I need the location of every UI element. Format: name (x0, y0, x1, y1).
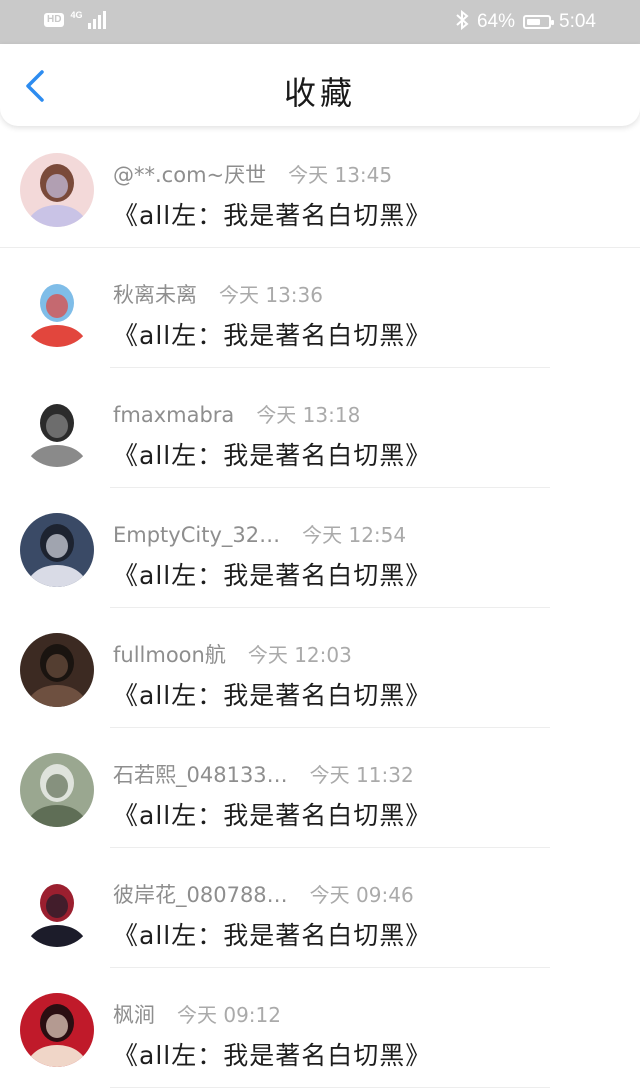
nav-bar: 收藏 (0, 44, 640, 126)
status-left: HD 4G (44, 10, 107, 29)
hd-badge: HD (44, 13, 65, 27)
avatar[interactable] (20, 633, 94, 707)
timestamp: 今天 11:32 (309, 763, 414, 787)
item-title[interactable]: 《all左：我是著名白切黑》 (113, 556, 431, 592)
status-right: 64% 5:04 (455, 9, 596, 34)
timestamp: 今天 12:03 (247, 643, 352, 667)
item-title[interactable]: 《all左：我是著名白切黑》 (113, 436, 431, 472)
list-item[interactable]: fmaxmabra 今天 13:18 《all左：我是著名白切黑》 (0, 368, 640, 488)
avatar[interactable] (20, 153, 94, 227)
item-title[interactable]: 《all左：我是著名白切黑》 (113, 1036, 431, 1072)
list-item[interactable]: 彼岸花_080788… 今天 09:46 《all左：我是著名白切黑》 (0, 848, 640, 968)
avatar[interactable] (20, 393, 94, 467)
battery-percent: 64% (476, 11, 516, 32)
timestamp: 今天 13:36 (219, 283, 323, 307)
item-meta: 枫涧 今天 09:12 (113, 999, 281, 1029)
item-title[interactable]: 《all左：我是著名白切黑》 (113, 316, 431, 352)
timestamp: 今天 09:46 (309, 883, 414, 907)
username[interactable]: 彼岸花_080788… (113, 879, 288, 909)
list-item[interactable]: EmptyCity_32… 今天 12:54 《all左：我是著名白切黑》 (0, 488, 640, 608)
avatar[interactable] (20, 273, 94, 347)
item-title[interactable]: 《all左：我是著名白切黑》 (113, 916, 431, 952)
timestamp: 今天 12:54 (302, 523, 407, 547)
timestamp: 今天 13:18 (256, 403, 361, 427)
username[interactable]: EmptyCity_32… (113, 523, 280, 547)
network-label: 4G (70, 10, 83, 20)
list-item[interactable]: @**.com~厌世 今天 13:45 《all左：我是著名白切黑》 (0, 128, 640, 248)
list-item[interactable]: fullmoon航 今天 12:03 《all左：我是著名白切黑》 (0, 608, 640, 728)
avatar[interactable] (20, 513, 94, 587)
username[interactable]: 秋离未离 (113, 279, 197, 309)
favorites-list: @**.com~厌世 今天 13:45 《all左：我是著名白切黑》 秋离未离 今天 1… (0, 128, 640, 1088)
page-title: 收藏 (283, 74, 356, 112)
list-item[interactable]: 秋离未离 今天 13:36 《all左：我是著名白切黑》 (0, 248, 640, 368)
item-title[interactable]: 《all左：我是著名白切黑》 (113, 676, 431, 712)
item-meta: 彼岸花_080788… 今天 09:46 (113, 879, 414, 909)
divider (110, 1087, 550, 1088)
battery-icon (523, 15, 555, 29)
item-meta: EmptyCity_32… 今天 12:54 (113, 519, 406, 548)
item-title[interactable]: 《all左：我是著名白切黑》 (113, 796, 431, 832)
timestamp: 今天 09:12 (177, 1003, 281, 1027)
username[interactable]: fmaxmabra (113, 403, 234, 427)
item-title[interactable]: 《all左：我是著名白切黑》 (113, 196, 431, 232)
item-meta: 石若熙_048133… 今天 11:32 (113, 759, 414, 789)
list-item[interactable]: 枫涧 今天 09:12 《all左：我是著名白切黑》 (0, 968, 640, 1088)
avatar[interactable] (20, 993, 94, 1067)
username[interactable]: 石若熙_048133… (113, 759, 288, 789)
item-meta: fullmoon航 今天 12:03 (113, 639, 352, 669)
timestamp: 今天 13:45 (288, 163, 393, 187)
item-meta: 秋离未离 今天 13:36 (113, 279, 323, 309)
avatar[interactable] (20, 873, 94, 947)
username[interactable]: @**.com~厌世 (113, 159, 266, 189)
list-item[interactable]: 石若熙_048133… 今天 11:32 《all左：我是著名白切黑》 (0, 728, 640, 848)
signal-bars-icon (88, 11, 107, 29)
battery-fill (527, 19, 541, 25)
item-meta: @**.com~厌世 今天 13:45 (113, 159, 392, 189)
item-meta: fmaxmabra 今天 13:18 (113, 399, 360, 428)
avatar[interactable] (20, 753, 94, 827)
bluetooth-icon (455, 9, 469, 34)
clock: 5:04 (559, 11, 596, 32)
username[interactable]: 枫涧 (113, 999, 155, 1029)
username[interactable]: fullmoon航 (113, 639, 226, 669)
status-bar: HD 4G 64% 5:04 (0, 0, 640, 44)
